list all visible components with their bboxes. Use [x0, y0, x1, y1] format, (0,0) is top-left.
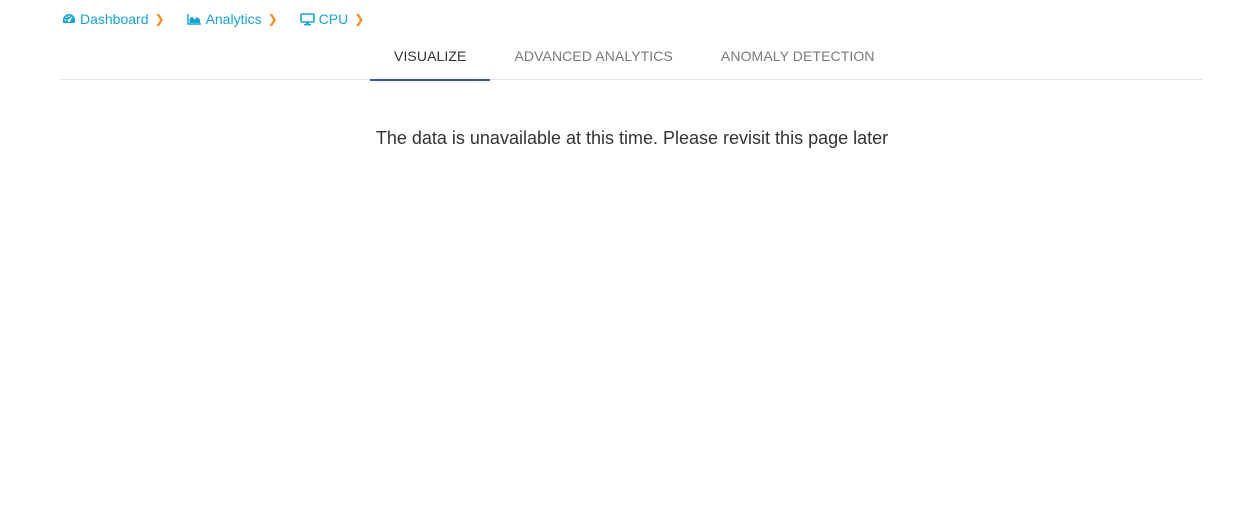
- dashboard-gauge-icon: [61, 12, 76, 26]
- tab-visualize[interactable]: VISUALIZE: [370, 40, 491, 81]
- tabs: VISUALIZE ADVANCED ANALYTICS ANOMALY DET…: [370, 40, 899, 81]
- chevron-right-icon: ❯: [267, 12, 278, 26]
- unavailable-message: The data is unavailable at this time. Pl…: [375, 128, 889, 148]
- breadcrumb-item-cpu[interactable]: CPU ❯: [299, 11, 365, 27]
- breadcrumb-label: Dashboard: [80, 11, 149, 27]
- tab-advanced-analytics[interactable]: ADVANCED ANALYTICS: [490, 40, 696, 80]
- chevron-right-icon: ❯: [154, 12, 165, 26]
- monitor-icon: [299, 12, 315, 26]
- area-chart-icon: [186, 12, 202, 26]
- breadcrumb-item-analytics[interactable]: Analytics ❯: [186, 11, 300, 27]
- chevron-right-icon: ❯: [354, 12, 365, 26]
- breadcrumb-item-dashboard[interactable]: Dashboard ❯: [61, 11, 187, 27]
- page: Dashboard ❯ Analytics ❯ CPU ❯ VISUALIZE …: [0, 0, 1240, 508]
- breadcrumb-label: Analytics: [205, 11, 262, 27]
- tabs-bar: VISUALIZE ADVANCED ANALYTICS ANOMALY DET…: [61, 40, 1202, 81]
- tab-anomaly-detection[interactable]: ANOMALY DETECTION: [697, 40, 899, 80]
- breadcrumb: Dashboard ❯ Analytics ❯ CPU ❯: [61, 10, 364, 28]
- breadcrumb-label: CPU: [318, 11, 349, 27]
